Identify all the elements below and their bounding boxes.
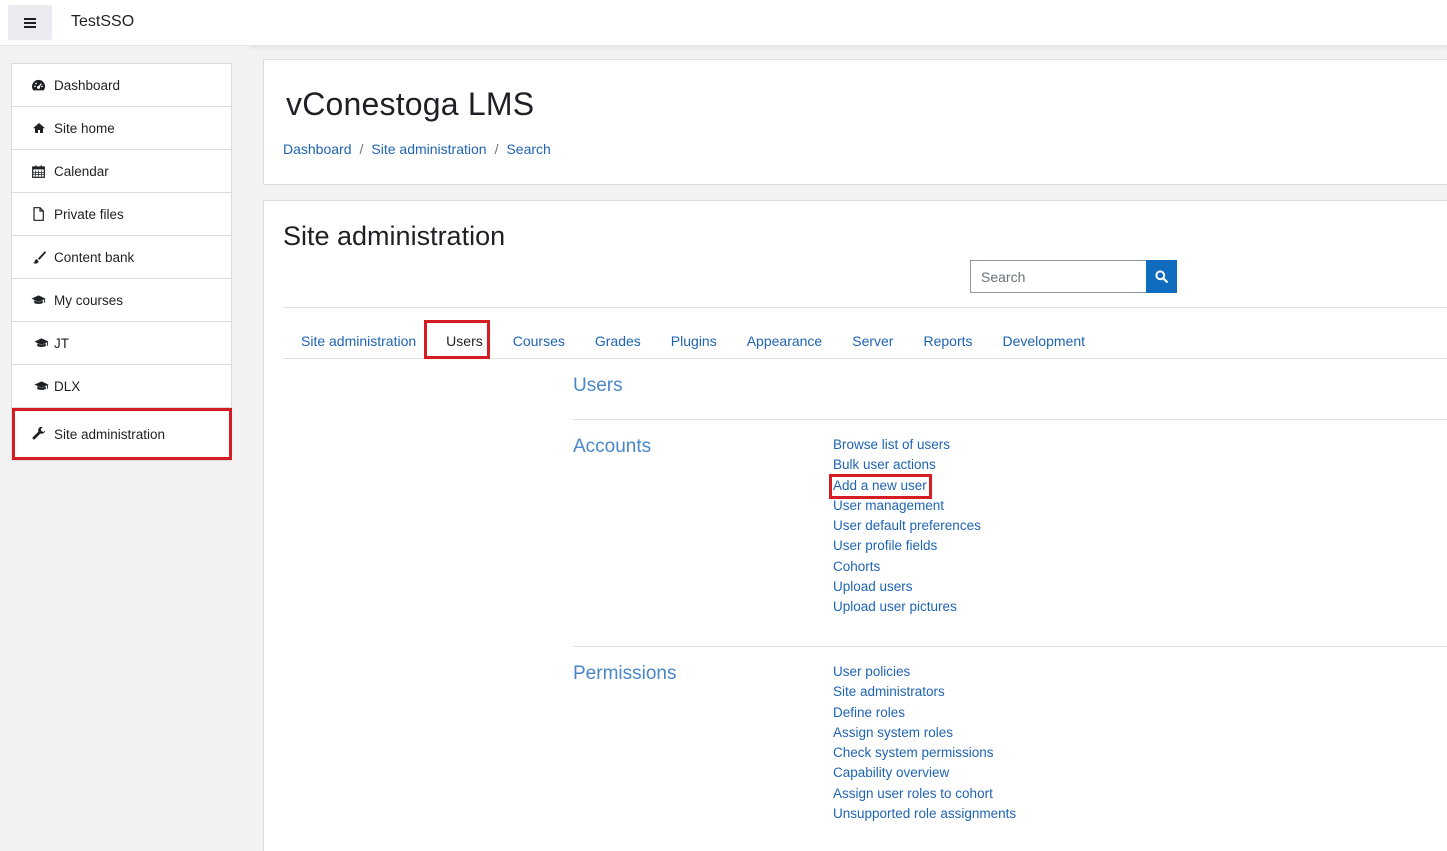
tab-courses[interactable]: Courses xyxy=(498,321,580,360)
tab-appearance[interactable]: Appearance xyxy=(732,321,838,360)
admin-search xyxy=(970,260,1177,293)
link-upload-user-pictures[interactable]: Upload user pictures xyxy=(833,597,981,617)
breadcrumb-dashboard[interactable]: Dashboard xyxy=(283,141,352,157)
site-name[interactable]: TestSSO xyxy=(71,13,134,31)
calendar-icon xyxy=(31,164,46,178)
category-title-accounts: Accounts xyxy=(573,436,652,457)
permissions-links: User policies Site administrators Define… xyxy=(833,662,1016,824)
sidebar: Dashboard Site home Calendar Private fil… xyxy=(0,46,250,851)
sidebar-item-course-jt[interactable]: JT xyxy=(12,322,231,365)
breadcrumb-separator: / xyxy=(494,141,499,157)
sidebar-item-label: Calendar xyxy=(54,163,109,179)
divider xyxy=(573,646,1447,647)
home-icon xyxy=(31,121,46,135)
graduation-cap-icon xyxy=(34,379,49,393)
link-user-policies[interactable]: User policies xyxy=(833,662,1016,682)
sidebar-item-label: Private files xyxy=(54,206,124,222)
sidebar-item-label: JT xyxy=(54,335,69,351)
category-title-permissions: Permissions xyxy=(573,663,677,684)
sidebar-item-label: Site administration xyxy=(54,426,166,442)
tab-development[interactable]: Development xyxy=(988,321,1101,360)
link-user-management[interactable]: User management xyxy=(833,496,981,516)
graduation-cap-icon xyxy=(31,293,46,307)
link-upload-users[interactable]: Upload users xyxy=(833,577,981,597)
link-unsupported-role-assignments[interactable]: Unsupported role assignments xyxy=(833,804,1016,824)
breadcrumb-search[interactable]: Search xyxy=(506,141,550,157)
sidebar-item-dashboard[interactable]: Dashboard xyxy=(12,64,231,107)
tab-users[interactable]: Users xyxy=(431,321,498,360)
breadcrumb-separator: / xyxy=(359,141,364,157)
sidebar-item-private-files[interactable]: Private files xyxy=(12,193,231,236)
divider xyxy=(573,419,1447,420)
breadcrumb-site-administration[interactable]: Site administration xyxy=(371,141,486,157)
sidebar-item-label: My courses xyxy=(54,292,124,308)
tab-grades[interactable]: Grades xyxy=(580,321,656,360)
sidebar-nav: Dashboard Site home Calendar Private fil… xyxy=(11,63,232,461)
link-user-default-preferences[interactable]: User default preferences xyxy=(833,516,981,536)
tab-plugins[interactable]: Plugins xyxy=(656,321,732,360)
wrench-icon xyxy=(31,427,46,441)
sidebar-item-site-administration[interactable]: Site administration xyxy=(12,408,231,460)
sidebar-item-label: Site home xyxy=(54,120,115,136)
menu-toggle-button[interactable] xyxy=(8,5,52,40)
search-button[interactable] xyxy=(1146,260,1177,293)
breadcrumb: Dashboard / Site administration / Search xyxy=(283,141,551,157)
sidebar-item-label: Dashboard xyxy=(54,77,121,93)
sidebar-item-course-dlx[interactable]: DLX xyxy=(12,365,231,408)
page-header: vConestoga LMS Dashboard / Site administ… xyxy=(263,59,1447,185)
link-define-roles[interactable]: Define roles xyxy=(833,703,1016,723)
link-assign-system-roles[interactable]: Assign system roles xyxy=(833,723,1016,743)
link-check-system-permissions[interactable]: Check system permissions xyxy=(833,743,1016,763)
divider xyxy=(283,307,1447,308)
link-capability-overview[interactable]: Capability overview xyxy=(833,763,1016,783)
link-assign-user-roles-to-cohort[interactable]: Assign user roles to cohort xyxy=(833,784,1016,804)
search-icon xyxy=(1155,270,1168,283)
link-user-profile-fields[interactable]: User profile fields xyxy=(833,536,981,556)
accounts-links: Browse list of users Bulk user actions A… xyxy=(833,435,981,618)
tab-server[interactable]: Server xyxy=(837,321,908,360)
link-site-administrators[interactable]: Site administrators xyxy=(833,682,1016,702)
link-add-a-new-user[interactable]: Add a new user xyxy=(833,476,981,496)
sidebar-item-content-bank[interactable]: Content bank xyxy=(12,236,231,279)
main-content: Site administration Site administration … xyxy=(263,200,1447,851)
graduation-cap-icon xyxy=(34,336,49,350)
main-title: Site administration xyxy=(283,221,506,251)
sidebar-item-label: DLX xyxy=(54,378,81,394)
search-input[interactable] xyxy=(970,260,1146,293)
link-browse-list-of-users[interactable]: Browse list of users xyxy=(833,435,981,455)
link-cohorts[interactable]: Cohorts xyxy=(833,557,981,577)
section-heading-users: Users xyxy=(573,375,623,396)
file-icon xyxy=(31,207,46,221)
link-bulk-user-actions[interactable]: Bulk user actions xyxy=(833,455,981,475)
brush-icon xyxy=(31,250,46,264)
top-navbar: TestSSO xyxy=(0,0,1447,46)
sidebar-item-site-home[interactable]: Site home xyxy=(12,107,231,150)
page-title: vConestoga LMS xyxy=(286,86,535,122)
dashboard-icon xyxy=(31,78,46,92)
tab-reports[interactable]: Reports xyxy=(908,321,987,360)
sidebar-item-label: Content bank xyxy=(54,249,135,265)
sidebar-item-my-courses[interactable]: My courses xyxy=(12,279,231,322)
tabs-divider xyxy=(283,358,1447,359)
tab-site-administration[interactable]: Site administration xyxy=(286,321,431,360)
admin-tabs: Site administration Users Courses Grades… xyxy=(286,321,1100,360)
hamburger-icon xyxy=(24,17,36,28)
sidebar-item-calendar[interactable]: Calendar xyxy=(12,150,231,193)
